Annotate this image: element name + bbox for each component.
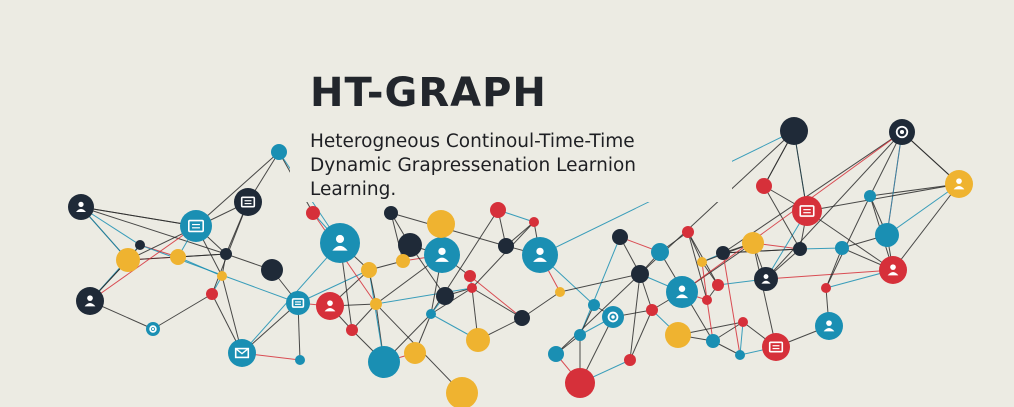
subtitle-line-1: Heterogneous Continoul-Time-Time xyxy=(310,131,635,152)
graph-node xyxy=(436,287,454,305)
graph-node xyxy=(368,346,400,378)
graph-node xyxy=(384,206,398,220)
graph-node xyxy=(646,304,658,316)
graph-edge xyxy=(806,183,960,212)
graph-node-person-icon xyxy=(424,237,460,273)
graph-node-person-icon xyxy=(68,194,94,220)
graph-node-person-icon xyxy=(754,267,778,291)
title-block: HT-GRAPH Heterogneous Continoul-Time-Tim… xyxy=(290,60,732,202)
graph-node xyxy=(135,240,145,250)
graph-node xyxy=(706,334,720,348)
graph-edge xyxy=(195,151,280,227)
graph-node xyxy=(665,322,691,348)
graph-edge xyxy=(892,183,960,271)
graph-node xyxy=(170,249,186,265)
graph-node xyxy=(490,202,506,218)
graph-node xyxy=(555,287,565,297)
graph-node xyxy=(427,210,455,238)
graph-node xyxy=(116,248,140,272)
graph-node xyxy=(548,346,564,362)
graph-node-person-icon xyxy=(815,312,843,340)
graph-node xyxy=(295,355,305,365)
graph-node xyxy=(529,217,539,227)
graph-node xyxy=(631,265,649,283)
graph-edge xyxy=(752,242,777,348)
graph-node xyxy=(306,206,320,220)
graph-edge xyxy=(471,287,523,319)
graph-node xyxy=(271,144,287,160)
graph-node-person-icon xyxy=(316,292,344,320)
graph-edge xyxy=(559,273,641,293)
graph-edge xyxy=(629,273,641,361)
graph-node-document-icon xyxy=(792,196,822,226)
graph-node xyxy=(398,233,422,257)
graph-node xyxy=(756,178,772,194)
subtitle-line-2: Dynamic Grapressenation Learnion xyxy=(310,155,636,176)
graph-node xyxy=(651,243,669,261)
graph-node xyxy=(206,288,218,300)
graph-node xyxy=(780,117,808,145)
graph-node xyxy=(712,279,724,291)
graph-node-target-icon xyxy=(146,322,160,336)
graph-node xyxy=(220,248,232,260)
graph-node xyxy=(738,317,748,327)
graph-node xyxy=(835,241,849,255)
graph-node xyxy=(875,223,899,247)
graph-node xyxy=(404,342,426,364)
graph-node xyxy=(612,229,628,245)
graph-node-person-icon xyxy=(879,256,907,284)
graph-node xyxy=(716,246,730,260)
graph-node xyxy=(361,262,377,278)
graph-node xyxy=(370,298,382,310)
subtitle-line-3: Learning. xyxy=(310,179,397,200)
graph-node-document-icon xyxy=(234,188,262,216)
graph-node xyxy=(346,324,358,336)
graph-node xyxy=(574,329,586,341)
graph-node xyxy=(702,295,712,305)
graph-node-person-icon xyxy=(320,223,360,263)
graph-edge xyxy=(152,293,213,330)
graph-node xyxy=(864,190,876,202)
graph-node-target-icon xyxy=(889,119,915,145)
graph-node xyxy=(514,310,530,326)
graph-node xyxy=(821,283,831,293)
graph-node-mail-icon xyxy=(228,339,256,367)
graph-node xyxy=(793,242,807,256)
graph-edge xyxy=(722,252,741,356)
graph-node xyxy=(742,232,764,254)
graph-node xyxy=(261,259,283,281)
graph-node xyxy=(735,350,745,360)
graph-node xyxy=(624,354,636,366)
graph-edge xyxy=(80,206,197,227)
graph-node xyxy=(464,270,476,282)
graph-node-document-icon xyxy=(286,291,310,315)
graph-edge xyxy=(765,131,903,280)
graph-node-person-icon xyxy=(945,170,973,198)
graph-node-person-icon xyxy=(522,237,558,273)
graph-edge xyxy=(765,269,894,280)
graph-node xyxy=(697,257,707,267)
graph-node-person-icon xyxy=(76,287,104,315)
graph-edge xyxy=(375,287,473,305)
graph-node-target-icon xyxy=(602,306,624,328)
graph-node xyxy=(498,238,514,254)
graph-node-document-icon xyxy=(762,333,790,361)
graph-node xyxy=(588,299,600,311)
graph-node xyxy=(396,254,410,268)
graph-node xyxy=(682,226,694,238)
graph-node xyxy=(217,271,227,281)
page-title: HT-GRAPH xyxy=(310,70,547,116)
graph-node-document-icon xyxy=(180,210,212,242)
graph-node xyxy=(466,328,490,352)
graph-node xyxy=(426,309,436,319)
graph-node-person-icon xyxy=(666,276,698,308)
graph-node xyxy=(565,368,595,398)
graph-node xyxy=(467,283,477,293)
graph-edge xyxy=(211,201,249,295)
